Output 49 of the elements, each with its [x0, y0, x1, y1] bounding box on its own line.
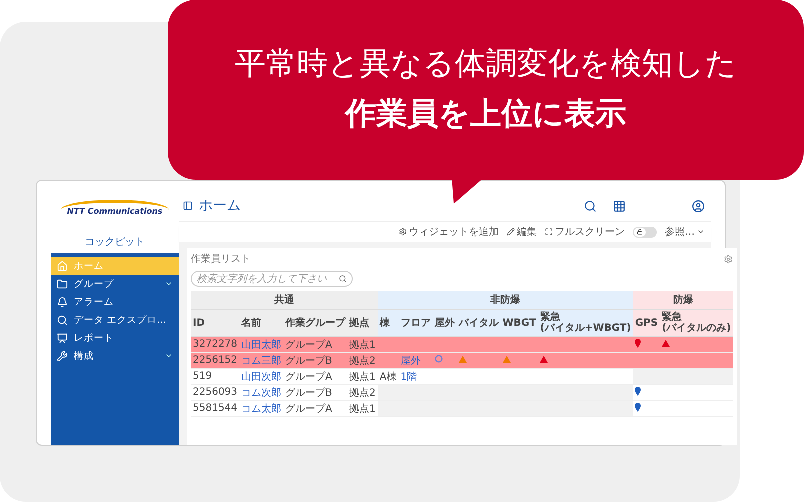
table-cell: グループA — [284, 400, 348, 416]
column-header: 拠点 — [348, 310, 378, 336]
table-cell: 拠点2 — [348, 352, 378, 368]
column-header: 作業グループ — [284, 310, 348, 336]
column-header: GPS — [633, 310, 660, 336]
table-cell: 拠点1 — [348, 336, 378, 352]
table-cell: 5581544 — [191, 400, 240, 416]
sidebar-item[interactable]: グループ — [51, 275, 179, 293]
column-group-header: 非防爆 — [378, 291, 634, 310]
callout-text: 平常時と異なる体調変化を検知した — [235, 47, 737, 83]
fullscreen-button[interactable]: フルスクリーン — [545, 225, 625, 239]
callout-text: 作業員を上位に表示 — [346, 97, 626, 133]
table-cell: 拠点2 — [348, 384, 378, 400]
table-cell: グループB — [284, 384, 348, 400]
column-header: 屋外 — [432, 310, 457, 336]
table-cell: 2256093 — [191, 384, 240, 400]
table-cell: 拠点1 — [348, 368, 378, 384]
name-link[interactable]: 1階 — [400, 372, 418, 382]
table-cell: A棟 — [378, 368, 399, 384]
view-menu[interactable]: 参照… — [665, 225, 705, 239]
name-link[interactable]: コム次郎 — [242, 388, 282, 398]
column-header: バイタル — [456, 310, 501, 336]
table-cell: 2256152 — [191, 352, 240, 368]
edit-button[interactable]: 編集 — [507, 225, 537, 239]
name-link[interactable]: コム太郎 — [242, 404, 282, 414]
table-cell: 519 — [191, 368, 240, 384]
sidebar-item[interactable]: アラーム — [51, 293, 179, 311]
column-group-header: 共通 — [191, 291, 378, 310]
column-header: 緊急 (バイタル+WBGT) — [538, 310, 634, 336]
column-header: ID — [191, 310, 240, 336]
table-cell: グループA — [284, 368, 348, 384]
add-widget-button[interactable]: ウィジェットを追加 — [399, 225, 499, 239]
page-title: ホーム — [199, 197, 242, 215]
logo: NTT Communications — [61, 200, 169, 220]
column-group-header: 防爆 — [633, 291, 734, 310]
column-header: 緊急 (バイタルのみ) — [660, 310, 734, 336]
table-cell: グループB — [284, 352, 348, 368]
table-cell: グループA — [284, 336, 348, 352]
sidebar-item[interactable]: レポート — [51, 329, 179, 347]
table-cell: 拠点1 — [348, 400, 378, 416]
column-header: 棟 — [378, 310, 399, 336]
column-header: フロア — [398, 310, 433, 336]
sidebar-item[interactable]: 構成 — [51, 347, 179, 365]
column-header: 名前 — [240, 310, 284, 336]
name-link[interactable]: 山田次郎 — [242, 372, 282, 382]
widget-title: 作業員リスト — [191, 252, 251, 266]
table-cell: 3272278 — [191, 336, 240, 352]
sidebar-item[interactable]: データ エクスプロ… — [51, 311, 179, 329]
column-header: WBGT — [500, 310, 538, 336]
